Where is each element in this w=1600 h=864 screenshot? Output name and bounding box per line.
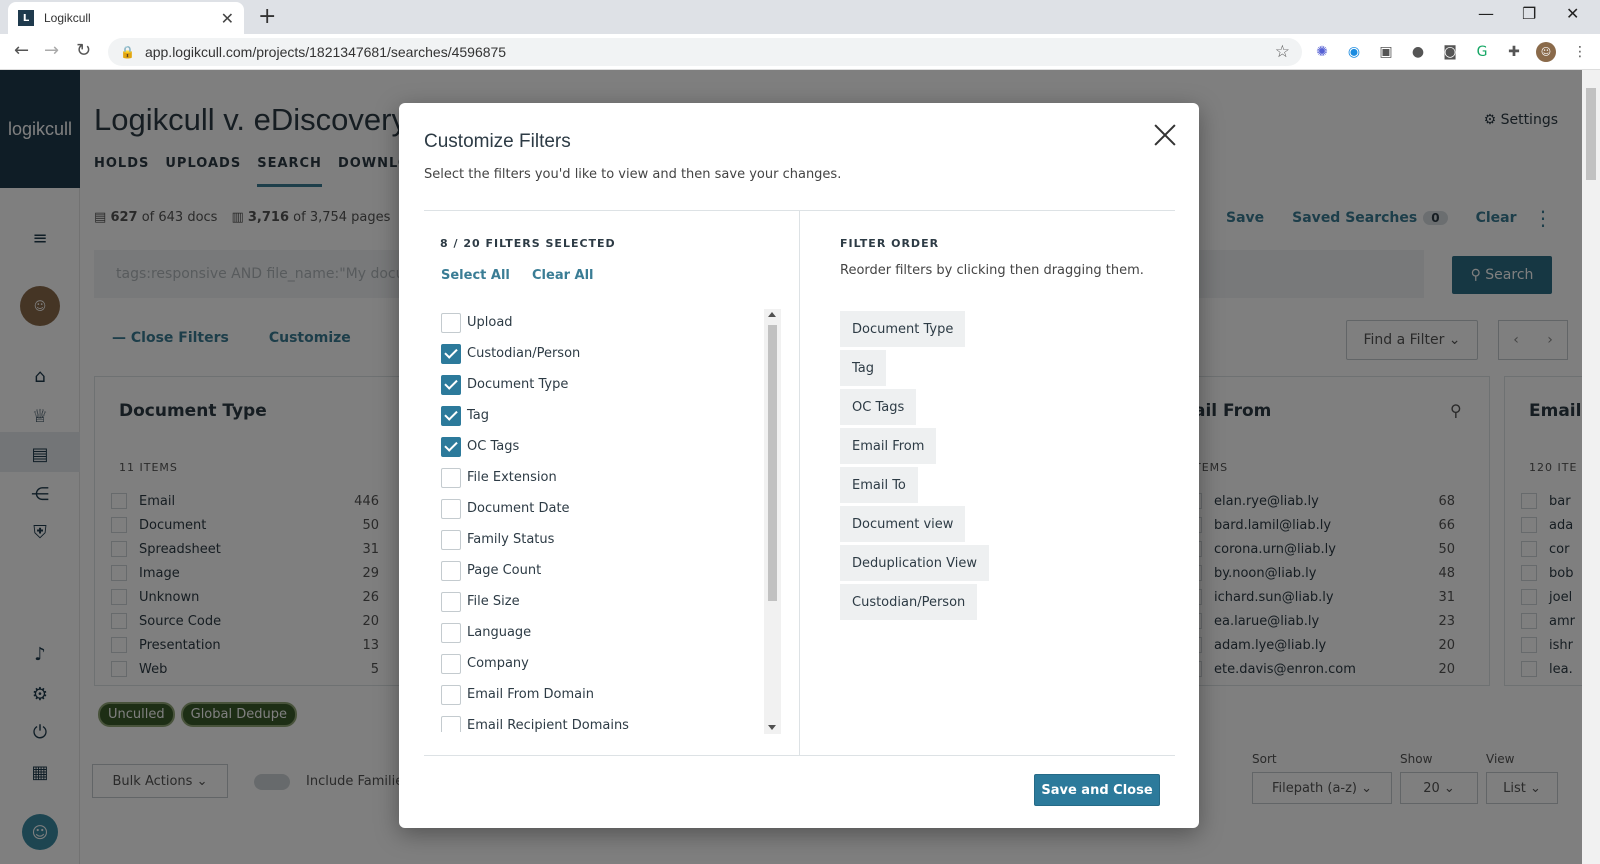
filter-option[interactable]: OC Tags: [441, 431, 776, 462]
filter-option[interactable]: Company: [441, 648, 776, 679]
filter-option[interactable]: Email Recipient Domains: [441, 710, 776, 732]
filter-option-label: File Size: [467, 594, 520, 609]
url-field[interactable]: 🔒 app.logikcull.com/projects/1821347681/…: [108, 38, 1302, 66]
filter-option-label: OC Tags: [467, 439, 520, 454]
filter-checkbox[interactable]: [441, 684, 461, 705]
filter-option[interactable]: Document Date: [441, 493, 776, 524]
filter-option-label: Document Type: [467, 377, 569, 392]
filter-checkbox-list: Upload Custodian/Person Document Type Tag OC…: [441, 307, 776, 732]
url-text: app.logikcull.com/projects/1821347681/se…: [144, 44, 507, 60]
browser-menu-icon[interactable]: ⋮: [1570, 42, 1590, 62]
extension-screen-icon[interactable]: ▣: [1376, 42, 1396, 62]
filter-checkbox[interactable]: [441, 591, 461, 612]
filter-option[interactable]: Custodian/Person: [441, 338, 776, 369]
save-and-close-button[interactable]: Save and Close: [1034, 774, 1160, 806]
filter-option[interactable]: Family Status: [441, 524, 776, 555]
filter-option-label: Email From Domain: [467, 687, 594, 702]
close-icon[interactable]: [1153, 123, 1177, 147]
reload-icon[interactable]: ↻: [76, 40, 91, 61]
filter-option[interactable]: Page Count: [441, 555, 776, 586]
filter-order-chip[interactable]: Deduplication View: [840, 545, 989, 581]
filter-order-title: FILTER ORDER: [840, 237, 940, 250]
filter-checkbox[interactable]: [441, 715, 461, 732]
filter-option-label: Language: [467, 625, 532, 640]
filter-option-label: Tag: [467, 408, 490, 423]
filter-order-chip[interactable]: Document view: [840, 506, 966, 542]
clear-all-button[interactable]: Clear All: [532, 268, 594, 283]
filter-checkbox[interactable]: [441, 560, 461, 581]
modal-subtitle: Select the filters you'd like to view an…: [424, 167, 842, 182]
address-bar: ← → ↻ 🔒 app.logikcull.com/projects/18213…: [0, 34, 1600, 70]
filter-option[interactable]: Email From Domain: [441, 679, 776, 710]
grammarly-icon[interactable]: G: [1472, 42, 1492, 62]
filter-option[interactable]: Upload: [441, 307, 776, 338]
filter-order-chip[interactable]: Document Type: [840, 311, 966, 347]
scroll-down-icon[interactable]: [768, 725, 776, 730]
extension-loop-icon[interactable]: ◉: [1344, 42, 1364, 62]
filter-checkbox[interactable]: [441, 312, 461, 333]
select-all-button[interactable]: Select All: [441, 268, 510, 283]
extension-gear-icon[interactable]: ✺: [1312, 42, 1332, 62]
scroll-up-icon[interactable]: [768, 312, 776, 317]
filter-option-label: Email Recipient Domains: [467, 718, 629, 732]
filter-checkbox[interactable]: [441, 405, 461, 426]
filter-checkbox[interactable]: [441, 343, 461, 364]
filter-option-label: Family Status: [467, 532, 555, 547]
customize-filters-modal: Customize Filters Select the filters you…: [399, 103, 1199, 828]
filter-checkbox[interactable]: [441, 622, 461, 643]
window-close-icon[interactable]: ✕: [1566, 4, 1579, 23]
browser-tab-bar: L Logikcull ✕ + — ❐ ✕: [0, 0, 1600, 34]
filter-list-scrollbar[interactable]: [764, 309, 781, 734]
profile-avatar[interactable]: ☺: [1536, 42, 1556, 62]
filter-checkbox[interactable]: [441, 529, 461, 550]
page-scrollbar[interactable]: [1582, 70, 1600, 864]
filter-option[interactable]: Document Type: [441, 369, 776, 400]
logikcull-favicon-icon: L: [18, 10, 34, 26]
back-arrow-icon[interactable]: ←: [14, 40, 29, 61]
filter-option[interactable]: Language: [441, 617, 776, 648]
filter-checkbox[interactable]: [441, 653, 461, 674]
filter-option-label: Company: [467, 656, 529, 671]
extension-pin-icon[interactable]: ●: [1408, 42, 1428, 62]
extensions-puzzle-icon[interactable]: ✚: [1504, 42, 1524, 62]
divider: [424, 755, 1175, 756]
scroll-thumb[interactable]: [768, 325, 777, 601]
filter-order-chip[interactable]: OC Tags: [840, 389, 917, 425]
filter-option-label: File Extension: [467, 470, 557, 485]
filter-checkbox[interactable]: [441, 436, 461, 457]
new-tab-icon[interactable]: +: [258, 4, 276, 29]
lock-icon: 🔒: [120, 45, 135, 59]
filter-option[interactable]: File Size: [441, 586, 776, 617]
divider: [799, 210, 800, 755]
filter-option-label: Custodian/Person: [467, 346, 581, 361]
filter-order-chip[interactable]: Email From: [840, 428, 937, 464]
filter-option-label: Upload: [467, 315, 513, 330]
filter-checkbox[interactable]: [441, 467, 461, 488]
filter-order-chip[interactable]: Tag: [840, 350, 887, 386]
extension-camera-icon[interactable]: ◙: [1440, 42, 1460, 62]
modal-title: Customize Filters: [424, 131, 571, 152]
filter-checkbox[interactable]: [441, 498, 461, 519]
filter-order-list: Document Type Tag OC Tags Email From Email T…: [840, 311, 989, 620]
restore-icon[interactable]: ❐: [1522, 4, 1536, 23]
tab-title: Logikcull: [44, 11, 91, 25]
filter-option-label: Page Count: [467, 563, 542, 578]
filter-option-label: Document Date: [467, 501, 570, 516]
bookmark-star-icon[interactable]: ☆: [1275, 42, 1290, 62]
filter-order-chip[interactable]: Custodian/Person: [840, 584, 978, 620]
tab-close-icon[interactable]: ✕: [221, 9, 234, 28]
filter-option[interactable]: File Extension: [441, 462, 776, 493]
filter-order-subtitle: Reorder filters by clicking then draggin…: [840, 263, 1144, 278]
filters-selected-count: 8 / 20 FILTERS SELECTED: [440, 237, 616, 250]
filter-order-chip[interactable]: Email To: [840, 467, 918, 503]
forward-arrow-icon[interactable]: →: [44, 40, 59, 61]
browser-tab[interactable]: L Logikcull ✕: [8, 2, 244, 34]
filter-checkbox[interactable]: [441, 374, 461, 395]
filter-option[interactable]: Tag: [441, 400, 776, 431]
minimize-icon[interactable]: —: [1478, 4, 1494, 23]
